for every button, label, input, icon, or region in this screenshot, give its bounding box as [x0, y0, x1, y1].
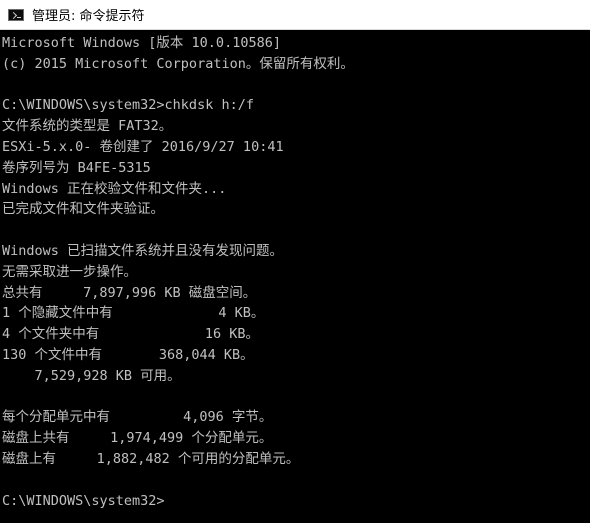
console-line: C:\WINDOWS\system32> [2, 492, 165, 509]
command-prompt-icon [8, 8, 24, 21]
console-line: (c) 2015 Microsoft Corporation。保留所有权利。 [2, 55, 354, 72]
console-line: Microsoft Windows [版本 10.0.10586] [2, 35, 281, 51]
console-line: 无需采取进一步操作。 [2, 263, 137, 280]
console-line: 已完成文件和文件夹验证。 [2, 201, 164, 218]
console-line: 总共有 7,897,996 KB 磁盘空间。 [2, 284, 257, 301]
console-line: 每个分配单元中有 4,096 字节。 [2, 409, 273, 426]
console-line: 磁盘上有 1,882,482 个可用的分配单元。 [2, 450, 300, 467]
console-line: C:\WINDOWS\system32>chkdsk h:/f [2, 97, 254, 114]
console-line: 130 个文件中有 368,044 KB。 [2, 346, 254, 363]
console-line: 1 个隐藏文件中有 4 KB。 [2, 305, 265, 322]
window-title: 管理员: 命令提示符 [32, 9, 145, 24]
console-line: Windows 正在校验文件和文件夹... [2, 180, 227, 197]
console-line: 磁盘上共有 1,974,499 个分配单元。 [2, 430, 273, 447]
console-line: 卷序列号为 B4FE-5315 [2, 159, 151, 176]
title-bar[interactable]: 管理员: 命令提示符 [0, 0, 590, 30]
console-line: 4 个文件夹中有 16 KB。 [2, 326, 260, 343]
console-line: 文件系统的类型是 FAT32。 [2, 118, 173, 135]
console-line: ESXi-5.x.0- 卷创建了 2016/9/27 10:41 [2, 138, 284, 155]
command-prompt-window: 管理员: 命令提示符 Microsoft Windows [版本 10.0.10… [0, 0, 590, 523]
console-line: Windows 已扫描文件系统并且没有发现问题。 [2, 242, 284, 259]
console-line: 7,529,928 KB 可用。 [2, 367, 181, 384]
console-output[interactable]: Microsoft Windows [版本 10.0.10586] (c) 201… [0, 30, 590, 523]
